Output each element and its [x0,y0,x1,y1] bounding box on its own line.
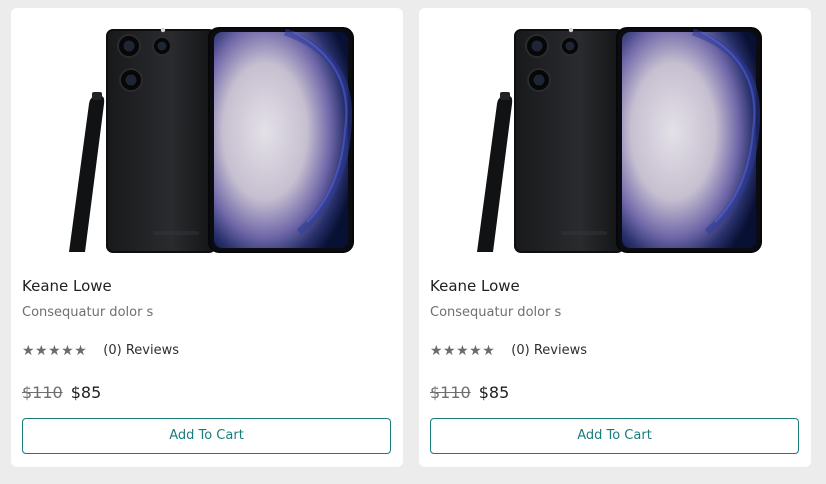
product-image[interactable] [419,8,811,266]
price-row: $110 $85 [22,382,101,406]
add-to-cart-button[interactable]: Add To Cart [22,418,391,454]
rating-stars: ★★★★★ [430,343,496,359]
product-title[interactable]: Keane Lowe [430,276,520,296]
product-description: Consequatur dolor s [430,305,562,320]
reviews-count[interactable]: (0) Reviews [511,342,587,360]
reviews-count[interactable]: (0) Reviews [103,342,179,360]
product-grid: Keane Lowe Consequatur dolor s ★★★★★ (0)… [11,8,812,468]
product-title[interactable]: Keane Lowe [22,276,112,296]
rating-row: ★★★★★ (0) Reviews [22,341,179,361]
product-image[interactable] [11,8,403,266]
phone-product-photo-icon [477,27,762,253]
current-price: $85 [478,383,510,402]
product-card[interactable]: Keane Lowe Consequatur dolor s ★★★★★ (0)… [419,8,811,467]
product-card[interactable]: Keane Lowe Consequatur dolor s ★★★★★ (0)… [11,8,403,467]
rating-stars: ★★★★★ [22,343,88,359]
old-price: $110 [22,383,63,402]
rating-row: ★★★★★ (0) Reviews [430,341,587,361]
product-description: Consequatur dolor s [22,305,154,320]
current-price: $85 [70,383,102,402]
price-row: $110 $85 [430,382,509,406]
add-to-cart-button[interactable]: Add To Cart [430,418,799,454]
phone-product-photo-icon [69,27,354,253]
old-price: $110 [430,383,471,402]
